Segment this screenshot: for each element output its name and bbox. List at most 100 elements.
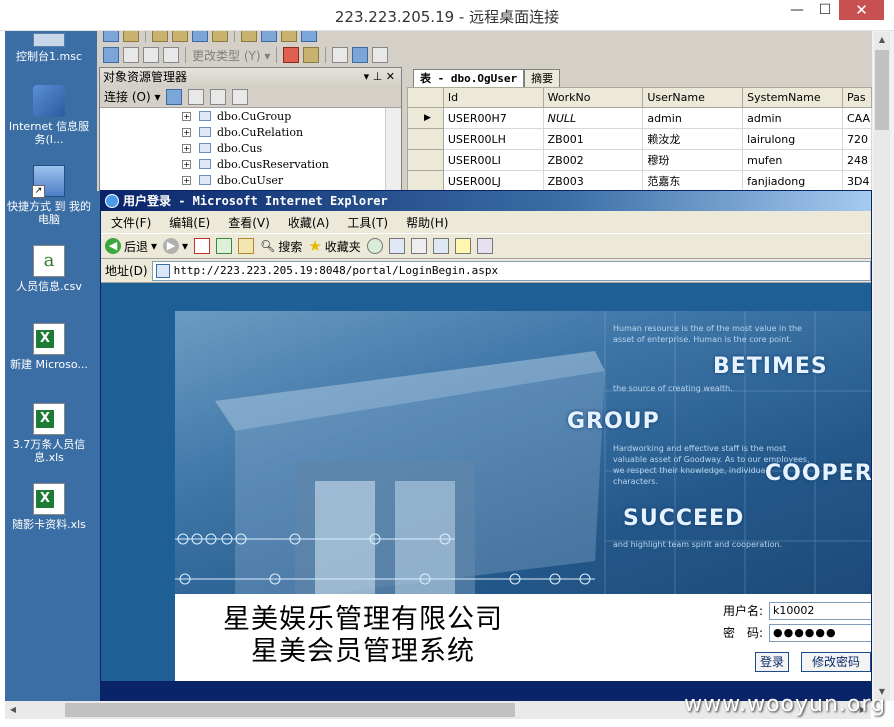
back-button[interactable]: ◀ 后退 ▾ xyxy=(105,238,157,255)
toolbar-icon[interactable] xyxy=(332,47,349,63)
minimize-button[interactable]: — xyxy=(783,0,811,20)
toolbar-icon[interactable] xyxy=(103,31,119,42)
column-header[interactable]: WorkNo xyxy=(542,87,644,108)
tab-table-oguser[interactable]: 表 - dbo.OgUser xyxy=(413,69,525,87)
grid-cell[interactable]: USER00LI xyxy=(442,149,544,171)
filter-icon[interactable] xyxy=(232,88,249,105)
search-button[interactable]: 🔍︎ 搜索 xyxy=(260,238,302,255)
desktop-icon-xls-37k[interactable]: 3.7万条人员信息.xls xyxy=(5,403,93,464)
password-input[interactable]: ●●●●●● xyxy=(769,624,871,642)
grid-cell[interactable]: lairulong xyxy=(742,128,843,150)
desktop-icon-xls-card[interactable]: 随影卡资料.xls xyxy=(5,483,93,531)
menu-tools[interactable]: 工具(T) xyxy=(347,214,388,231)
favorites-button[interactable]: ★ 收藏夹 xyxy=(308,237,360,255)
stop-icon[interactable] xyxy=(188,88,205,105)
toolbar-icon[interactable] xyxy=(301,31,317,42)
print-icon[interactable] xyxy=(410,238,427,254)
menu-favorites[interactable]: 收藏(A) xyxy=(288,214,330,231)
desktop-icon-new-excel[interactable]: 新建 Microso... xyxy=(5,323,93,371)
toolbar-icon[interactable] xyxy=(103,47,119,63)
disconnect-icon[interactable] xyxy=(166,88,183,105)
column-header[interactable]: UserName xyxy=(642,87,744,108)
grid-cell[interactable]: 720 xyxy=(841,128,872,150)
chevron-down-icon[interactable]: ▾ xyxy=(151,239,157,253)
toolbar-icon[interactable] xyxy=(212,31,228,42)
desktop-icon-msc[interactable]: 控制台1.msc xyxy=(5,33,93,63)
grid-cell[interactable]: admin xyxy=(642,107,744,129)
scroll-thumb[interactable] xyxy=(875,50,889,130)
tree-node[interactable]: + dbo.CuGroup xyxy=(100,108,401,124)
grid-cell[interactable]: 赖汝龙 xyxy=(642,128,744,150)
toolbar-icon[interactable] xyxy=(163,47,179,63)
toolbar-icon[interactable] xyxy=(192,31,208,42)
history-icon[interactable] xyxy=(366,238,383,254)
grid-cell[interactable]: ZB002 xyxy=(542,149,644,171)
tree-node[interactable]: + dbo.Cus xyxy=(100,140,401,156)
toolbar-icon[interactable] xyxy=(261,31,277,42)
grid-cell[interactable]: mufen xyxy=(742,149,843,171)
refresh-icon[interactable] xyxy=(210,88,227,105)
row-selector[interactable] xyxy=(407,170,444,192)
change-password-button[interactable]: 修改密码 xyxy=(801,652,871,672)
edit-icon[interactable] xyxy=(432,238,449,254)
grid-cell[interactable]: CAA xyxy=(841,107,872,129)
refresh-icon[interactable] xyxy=(216,238,233,254)
row-selector[interactable] xyxy=(407,149,444,171)
grid-cell[interactable]: ZB003 xyxy=(542,170,644,192)
grid-cell[interactable]: 3D4 xyxy=(841,170,872,192)
menu-edit[interactable]: 编辑(E) xyxy=(169,214,210,231)
tree-node[interactable]: + dbo.CuRelation xyxy=(100,124,401,140)
home-icon[interactable] xyxy=(238,238,255,254)
scroll-up-icon[interactable]: ▲ xyxy=(874,32,890,48)
messenger-icon[interactable] xyxy=(476,238,493,254)
tree-scrollbar[interactable] xyxy=(385,108,401,190)
grid-cell[interactable]: USER00LJ xyxy=(442,170,544,192)
desktop-icon-my-computer[interactable]: 快捷方式 到 我的电脑 xyxy=(5,165,93,226)
connect-dropdown[interactable]: 连接 (O) ▾ xyxy=(104,88,160,105)
table-row[interactable]: USER00LH ZB001 赖汝龙 lairulong 720 xyxy=(407,128,872,150)
grid-cell[interactable]: USER00H7 xyxy=(442,107,544,129)
tab-summary[interactable]: 摘要 xyxy=(524,69,561,87)
expand-icon[interactable]: + xyxy=(182,175,191,185)
change-type-dropdown[interactable]: 更改类型 (Y) ▾ xyxy=(192,47,270,64)
toolbar-icon[interactable] xyxy=(241,31,257,42)
forward-button[interactable]: ▶ ▾ xyxy=(163,238,188,254)
url-input[interactable]: http://223.223.205.19:8048/portal/LoginB… xyxy=(151,260,871,281)
table-row[interactable]: USER00LJ ZB003 范嘉东 fanjiadong 3D4 xyxy=(407,170,872,192)
expand-icon[interactable]: + xyxy=(182,127,191,137)
scroll-thumb[interactable] xyxy=(65,703,515,717)
column-header[interactable]: Id xyxy=(442,87,544,108)
menu-file[interactable]: 文件(F) xyxy=(111,214,151,231)
toolbar-icon[interactable] xyxy=(372,47,389,63)
toolbar-icon[interactable] xyxy=(281,31,297,42)
expand-icon[interactable]: + xyxy=(182,111,191,121)
grid-cell[interactable]: USER00LH xyxy=(442,128,544,150)
scroll-left-icon[interactable]: ◀ xyxy=(5,701,21,719)
panel-pin-controls[interactable]: ▾ ⊥ ✕ xyxy=(364,68,395,86)
tree-node[interactable]: + dbo.CuUser xyxy=(100,172,401,188)
mail-icon[interactable] xyxy=(388,238,405,254)
menu-help[interactable]: 帮助(H) xyxy=(406,214,448,231)
desktop-icon-csv[interactable]: a 人员信息.csv xyxy=(5,245,93,293)
rdp-vertical-scrollbar[interactable]: ▲ ▼ xyxy=(874,32,890,700)
grid-cell[interactable]: 范嘉东 xyxy=(642,170,744,192)
column-header[interactable]: SystemName xyxy=(742,87,843,108)
execute-icon[interactable] xyxy=(283,47,300,63)
chevron-down-icon[interactable]: ▾ xyxy=(182,239,188,253)
toolbar-icon[interactable] xyxy=(352,47,369,63)
grid-cell[interactable]: fanjiadong xyxy=(742,170,843,192)
expand-icon[interactable]: + xyxy=(182,143,191,153)
column-header[interactable]: Pas xyxy=(841,87,872,108)
table-row[interactable]: ▶ USER00H7 NULL admin admin CAA xyxy=(407,107,872,129)
toolbar-icon[interactable] xyxy=(123,31,139,42)
tree-node[interactable]: + dbo.CusReservation xyxy=(100,156,401,172)
row-selector[interactable] xyxy=(407,128,444,150)
sql-icon[interactable] xyxy=(303,47,320,63)
expand-icon[interactable]: + xyxy=(182,159,191,169)
stop-icon[interactable] xyxy=(194,238,211,254)
sql-icon[interactable] xyxy=(143,47,159,63)
toolbar-icon[interactable] xyxy=(123,47,139,63)
discuss-icon[interactable] xyxy=(454,238,471,254)
menu-view[interactable]: 查看(V) xyxy=(228,214,270,231)
grid-cell[interactable]: 248 xyxy=(841,149,872,171)
